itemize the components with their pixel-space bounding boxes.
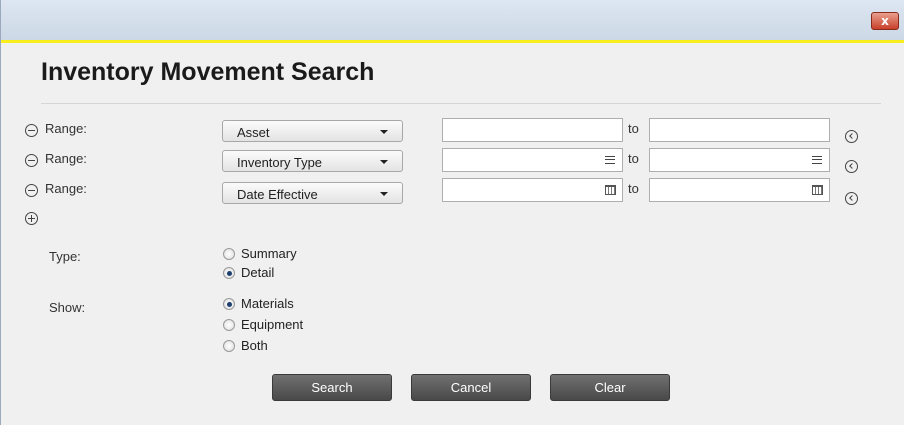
chevron-down-icon bbox=[380, 160, 388, 164]
range-from-input[interactable] bbox=[442, 178, 623, 202]
menu-icon[interactable] bbox=[605, 156, 615, 164]
range-field-dropdown[interactable]: Asset bbox=[222, 120, 403, 142]
to-label: to bbox=[628, 151, 639, 166]
cancel-button[interactable]: Cancel bbox=[411, 374, 531, 401]
range-label: Range: bbox=[45, 121, 87, 136]
remove-range-icon[interactable] bbox=[25, 124, 38, 137]
radio-button[interactable] bbox=[223, 340, 235, 352]
radio-label: Detail bbox=[241, 265, 275, 280]
back-arrow-icon[interactable] bbox=[845, 192, 858, 205]
close-button[interactable]: x bbox=[871, 12, 899, 30]
radio-label: Both bbox=[241, 338, 268, 353]
range-field-dropdown[interactable]: Inventory Type bbox=[222, 150, 403, 172]
menu-icon[interactable] bbox=[812, 156, 822, 164]
radio-label: Equipment bbox=[241, 317, 304, 332]
type-label: Type: bbox=[49, 249, 81, 264]
page-title: Inventory Movement Search bbox=[41, 58, 375, 86]
range-row: Range: Inventory Type to bbox=[1, 148, 904, 174]
range-label: Range: bbox=[45, 181, 87, 196]
range-row: Range: Date Effective to bbox=[1, 178, 904, 205]
calendar-icon[interactable] bbox=[812, 185, 823, 195]
radio-button[interactable] bbox=[223, 267, 235, 279]
range-from-input[interactable] bbox=[442, 118, 623, 142]
range-to-input[interactable] bbox=[649, 148, 830, 172]
range-field-value: Asset bbox=[237, 125, 270, 140]
remove-range-icon[interactable] bbox=[25, 154, 38, 167]
back-arrow-icon[interactable] bbox=[845, 130, 858, 143]
range-to-input[interactable] bbox=[649, 118, 830, 142]
title-bar: x bbox=[1, 0, 904, 43]
range-field-value: Inventory Type bbox=[237, 155, 323, 170]
range-to-input[interactable] bbox=[649, 178, 830, 202]
dialog-window: x Inventory Movement Search Range: Asset… bbox=[0, 0, 904, 425]
range-from-input[interactable] bbox=[442, 148, 623, 172]
search-button[interactable]: Search bbox=[272, 374, 392, 401]
back-arrow-icon[interactable] bbox=[845, 160, 858, 173]
radio-button[interactable] bbox=[223, 248, 235, 260]
show-label: Show: bbox=[49, 300, 86, 315]
to-label: to bbox=[628, 121, 639, 136]
remove-range-icon[interactable] bbox=[25, 184, 38, 197]
radio-button[interactable] bbox=[223, 298, 235, 310]
add-range-icon[interactable] bbox=[25, 212, 38, 225]
radio-label: Materials bbox=[241, 296, 294, 311]
range-field-dropdown[interactable]: Date Effective bbox=[222, 182, 403, 204]
range-label: Range: bbox=[45, 151, 87, 166]
chevron-down-icon bbox=[380, 130, 388, 134]
range-row: Range: Asset to bbox=[1, 118, 904, 144]
chevron-down-icon bbox=[380, 192, 388, 196]
radio-button[interactable] bbox=[223, 319, 235, 331]
range-field-value: Date Effective bbox=[237, 187, 318, 202]
clear-button[interactable]: Clear bbox=[550, 374, 670, 401]
radio-label: Summary bbox=[241, 246, 297, 261]
to-label: to bbox=[628, 181, 639, 196]
divider bbox=[41, 103, 881, 104]
calendar-icon[interactable] bbox=[605, 185, 616, 195]
